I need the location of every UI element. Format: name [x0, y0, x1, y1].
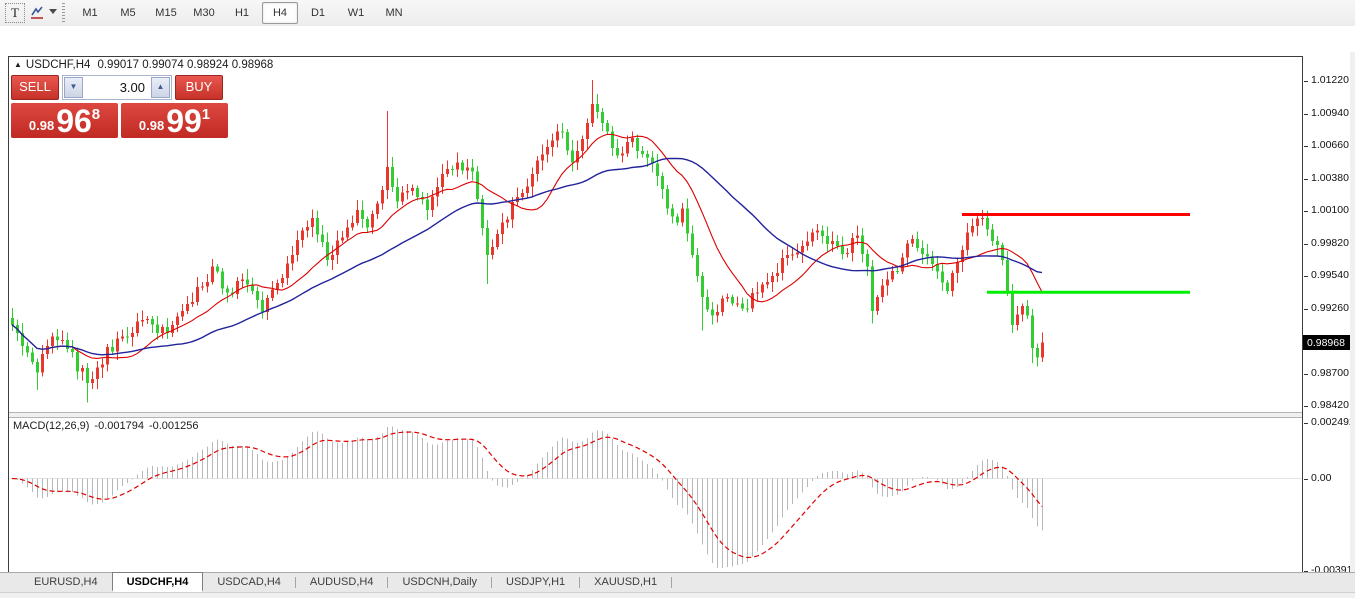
- buy-price-big: 99: [166, 106, 202, 136]
- macd-name: MACD(12,26,9): [13, 420, 89, 432]
- price-axis-label: 0.99540: [1303, 269, 1349, 281]
- chart-tab-bar: EURUSD,H4USDCHF,H4USDCAD,H4AUDUSD,H4USDC…: [0, 572, 1355, 592]
- chart-tab-usdcnh[interactable]: USDCNH,Daily: [388, 573, 491, 592]
- price-axis-label: 1.00100: [1303, 204, 1349, 216]
- chart-tab-audusd[interactable]: AUDUSD,H4: [296, 573, 388, 592]
- chart-tools-icon[interactable]: [29, 5, 45, 21]
- price-axis-label: 0.99260: [1303, 302, 1349, 314]
- status-strip: [0, 592, 1355, 598]
- price-axis-label: 0.98700: [1303, 367, 1349, 379]
- buy-button[interactable]: BUY: [175, 75, 223, 100]
- sell-price-big: 96: [56, 106, 92, 136]
- timeframe-buttons: M1M5M15M30H1H4D1W1MN: [72, 2, 412, 24]
- timeframe-button-m30[interactable]: M30: [186, 2, 222, 24]
- price-axis-label: 0.98420: [1303, 399, 1349, 411]
- sell-price-pip: 8: [92, 106, 100, 123]
- sell-button[interactable]: SELL: [11, 75, 59, 100]
- chart-symbol-label: USDCHF,H4: [26, 59, 91, 71]
- volume-decrease-button[interactable]: ▼: [64, 77, 83, 98]
- buy-quote[interactable]: 0.98 99 1: [121, 103, 228, 138]
- volume-input[interactable]: [83, 77, 151, 98]
- timeframe-button-m15[interactable]: M15: [148, 2, 184, 24]
- text-tool-icon[interactable]: T: [5, 3, 25, 23]
- current-price-tag: 0.98968: [1303, 335, 1355, 350]
- sell-quote[interactable]: 0.98 96 8: [11, 103, 118, 138]
- volume-increase-button[interactable]: ▲: [151, 77, 170, 98]
- collapse-panel-icon[interactable]: ▲: [14, 60, 22, 69]
- timeframe-button-h1[interactable]: H1: [224, 2, 260, 24]
- macd-signal-value: -0.001256: [149, 420, 199, 432]
- timeframe-button-w1[interactable]: W1: [338, 2, 374, 24]
- price-axis-label: 1.00380: [1303, 172, 1349, 184]
- macd-axis-label: 0.002492: [1303, 416, 1355, 428]
- ohlc-values: 0.99017 0.99074 0.98924 0.98968: [97, 59, 273, 71]
- chart-tab-eurusd[interactable]: EURUSD,H4: [20, 573, 112, 592]
- toolbar: T M1M5M15M30H1H4D1W1MN: [0, 0, 1355, 27]
- macd-indicator-chart[interactable]: [9, 418, 1302, 578]
- chart-window: ▲ USDCHF,H4 0.99017 0.99074 0.98924 0.9896…: [0, 26, 1355, 572]
- chart-tab-usdcad[interactable]: USDCAD,H4: [203, 573, 295, 592]
- chart-ohlc-header: ▲ USDCHF,H4 0.99017 0.99074 0.98924 0.9896…: [14, 59, 273, 71]
- chart-tab-xauusd[interactable]: XAUUSD,H1: [580, 573, 671, 592]
- ma-fast-line: [12, 134, 1042, 358]
- price-axis-label: 0.99820: [1303, 237, 1349, 249]
- price-axis-label: 1.01220: [1303, 74, 1349, 86]
- chart-tab-usdjpy[interactable]: USDJPY,H1: [492, 573, 579, 592]
- macd-histogram: [13, 426, 1043, 568]
- timeframe-button-h4[interactable]: H4: [262, 2, 298, 24]
- timeframe-button-mn[interactable]: MN: [376, 2, 412, 24]
- buy-price-pip: 1: [202, 106, 210, 123]
- sell-price-prefix: 0.98: [29, 118, 54, 133]
- timeframe-button-m1[interactable]: M1: [72, 2, 108, 24]
- price-axis-label: 1.00940: [1303, 107, 1349, 119]
- macd-label: MACD(12,26,9) -0.001794 -0.001256: [13, 420, 204, 432]
- one-click-trading-panel: SELL ▼ ▲ BUY 0.98 96 8 0.98 99 1: [11, 75, 228, 138]
- price-axis-label: 1.00660: [1303, 139, 1349, 151]
- window-edge: [1350, 52, 1355, 598]
- terminal-window: T M1M5M15M30H1H4D1W1MN ▲ USDCHF,H4 0.99017…: [0, 0, 1355, 598]
- buy-price-prefix: 0.98: [139, 118, 164, 133]
- tab-separator: [671, 577, 672, 588]
- price-axis[interactable]: 1.01220 1.00940 1.00660 1.00380 1.00100 0.998…: [1303, 52, 1355, 598]
- volume-spinner: ▼ ▲: [62, 75, 172, 100]
- timeframe-button-m5[interactable]: M5: [110, 2, 146, 24]
- chart-tab-usdchf[interactable]: USDCHF,H4: [112, 572, 204, 592]
- dropdown-caret-icon[interactable]: [49, 9, 57, 14]
- macd-axis-label: 0.00: [1303, 472, 1331, 484]
- toolbar-gripper: [62, 3, 65, 23]
- macd-value: -0.001794: [94, 420, 144, 432]
- timeframe-button-d1[interactable]: D1: [300, 2, 336, 24]
